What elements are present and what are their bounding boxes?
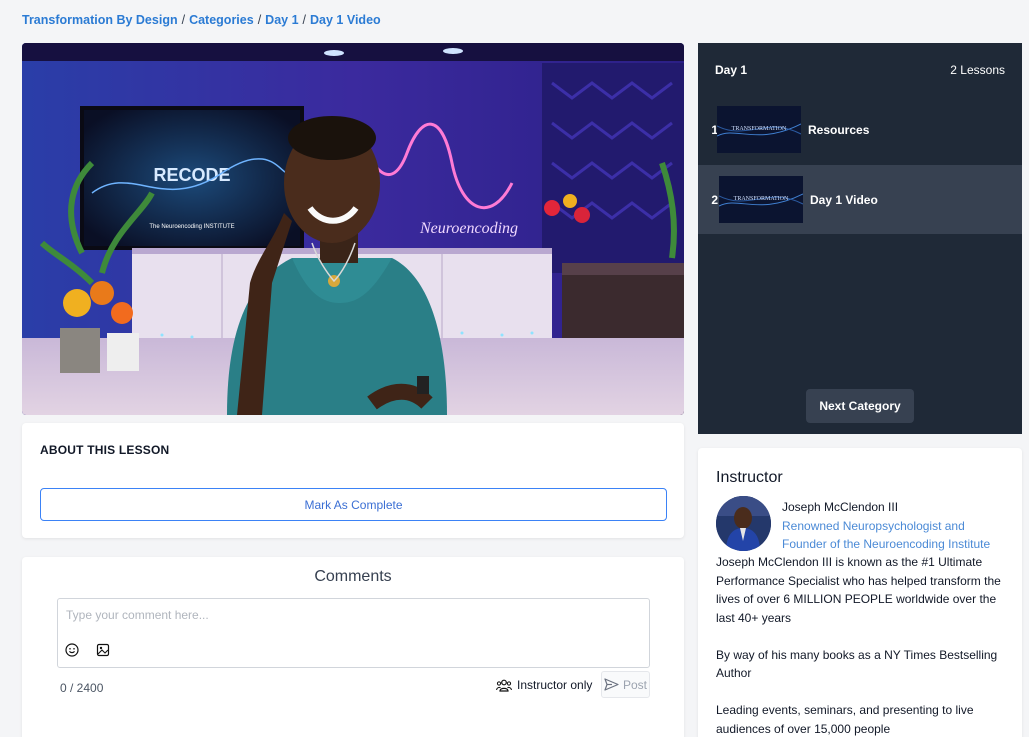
lesson-number: 2 (711, 192, 718, 207)
comment-box (57, 598, 650, 668)
instructor-bio: Joseph McClendon III is known as the #1 … (716, 553, 1011, 737)
breadcrumb-separator: / (302, 13, 307, 27)
lesson-item-day-1-video[interactable]: 2 TRANSFORMATION Day 1 Video (698, 165, 1022, 234)
breadcrumb-link-categories[interactable]: Categories (189, 13, 254, 27)
lessons-sidebar: Day 1 2 Lessons 1 TRANSFORMATION Resourc… (698, 43, 1022, 434)
breadcrumb-link-course[interactable]: Transformation By Design (22, 13, 178, 27)
breadcrumb: Transformation By Design / Categories / … (22, 13, 381, 27)
lesson-count: 2 Lessons (950, 63, 1005, 77)
lesson-item-resources[interactable]: 1 TRANSFORMATION Resources (698, 95, 1022, 164)
mark-complete-button[interactable]: Mark As Complete (40, 488, 667, 521)
post-label: Post (622, 677, 647, 692)
comments-heading: Comments (314, 568, 392, 585)
avatar (716, 496, 771, 551)
instructor-name: Joseph McClendon III (782, 500, 899, 514)
breadcrumb-separator: / (257, 13, 262, 27)
lesson-thumbnail: TRANSFORMATION (719, 176, 803, 223)
instructor-only-label: Instructor only (517, 678, 593, 692)
instructor-heading: Instructor (716, 469, 783, 486)
instructor-card: Instructor Joseph McClendon III Renowned… (698, 448, 1022, 737)
instructor-only-toggle[interactable]: Instructor only (496, 678, 592, 692)
bio-paragraph: Leading events, seminars, and presenting… (716, 703, 974, 736)
about-lesson-title: ABOUT THIS LESSON (40, 443, 170, 457)
lesson-name: Resources (808, 122, 870, 137)
breadcrumb-link-current[interactable]: Day 1 Video (310, 13, 381, 27)
svg-text:TRANSFORMATION: TRANSFORMATION (734, 196, 789, 202)
bio-paragraph: By way of his many books as a NY Times B… (716, 647, 998, 681)
svg-text:Neuroencoding: Neuroencoding (419, 220, 518, 237)
character-counter: 0 / 2400 (60, 681, 104, 695)
emoji-icon[interactable] (65, 643, 79, 657)
image-icon[interactable] (96, 643, 110, 657)
send-icon (604, 678, 619, 691)
comment-input[interactable] (58, 599, 649, 639)
video-frame-image: RECODE The Neuroencoding INSTITUTE Neuro… (22, 43, 684, 415)
comments-section: Comments 0 / 2400 Instructor only Post (22, 557, 684, 737)
lesson-thumbnail: TRANSFORMATION (717, 106, 801, 153)
svg-text:TRANSFORMATION: TRANSFORMATION (732, 126, 787, 132)
about-lesson-card: ABOUT THIS LESSON Mark As Complete (22, 423, 684, 538)
next-category-button[interactable]: Next Category (806, 389, 914, 423)
lesson-number: 1 (711, 122, 718, 137)
users-icon (496, 679, 512, 692)
breadcrumb-link-day[interactable]: Day 1 (265, 13, 298, 27)
lesson-name: Day 1 Video (810, 192, 878, 207)
bio-paragraph: Joseph McClendon III is known as the #1 … (716, 555, 1001, 625)
breadcrumb-separator: / (181, 13, 186, 27)
category-title: Day 1 (715, 63, 748, 77)
post-button[interactable]: Post (601, 671, 650, 698)
instructor-role: Renowned Neuropsychologist and Founder o… (782, 519, 991, 551)
video-player[interactable]: RECODE The Neuroencoding INSTITUTE Neuro… (22, 43, 684, 415)
svg-text:The Neuroencoding INSTITUTE: The Neuroencoding INSTITUTE (149, 224, 234, 230)
